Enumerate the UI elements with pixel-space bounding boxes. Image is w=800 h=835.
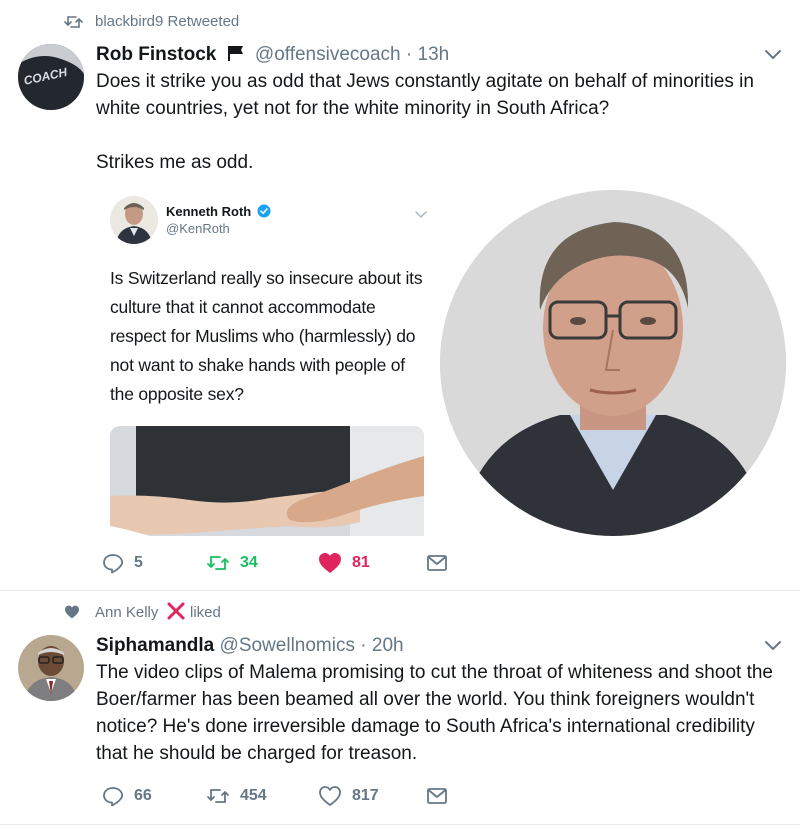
reply-button[interactable]: 5 [102, 552, 143, 574]
embedded-chevron-icon [415, 211, 427, 219]
reply-button[interactable]: 66 [102, 785, 152, 807]
embedded-text: Is Switzerland really so insecure about … [110, 268, 423, 404]
embedded-author-handle: @KenRoth [166, 221, 230, 236]
tweet-actions: 5 34 81 [96, 550, 496, 576]
like-context-suffix: liked [190, 604, 221, 621]
tweet-actions: 66 454 817 [96, 783, 496, 809]
retweet-context[interactable]: blackbird9 Retweeted [95, 13, 239, 30]
heart-icon [65, 605, 79, 619]
portrait-image [440, 190, 786, 536]
tweet-divider [0, 824, 800, 825]
like-button[interactable]: 817 [318, 785, 379, 807]
tweet-text: Does it strike you as odd that Jews cons… [96, 71, 754, 173]
embedded-tweet: Kenneth Roth @KenRoth Is Switzerland rea… [96, 188, 436, 548]
like-count: 81 [352, 554, 370, 571]
retweet-button[interactable]: 34 [206, 553, 258, 573]
retweet-count: 454 [240, 787, 267, 804]
like-count: 817 [352, 787, 379, 804]
author-handle[interactable]: @offensivecoach [255, 44, 401, 65]
reply-icon [103, 787, 124, 807]
tweet-header: Rob Finstock @offensivecoach · 13h [96, 44, 449, 66]
like-button[interactable]: 81 [318, 552, 370, 574]
verified-badge-icon [257, 204, 271, 218]
author-handle[interactable]: @Sowellnomics [220, 635, 355, 656]
embedded-avatar [110, 196, 158, 244]
retweet-button[interactable]: 454 [206, 786, 267, 806]
embedded-author-name: Kenneth Roth [166, 204, 252, 219]
tweet-media[interactable]: Kenneth Roth @KenRoth Is Switzerland rea… [96, 188, 786, 548]
heart-icon [319, 553, 341, 573]
retweet-count: 34 [240, 554, 258, 571]
tweet-time[interactable]: · 13h [406, 44, 449, 65]
avatar[interactable]: COACH [18, 44, 84, 110]
flag-icon [227, 46, 243, 61]
reply-count: 5 [134, 554, 143, 571]
x-mark-icon [167, 602, 185, 620]
tweet-time[interactable]: · 20h [360, 635, 403, 656]
envelope-icon [427, 788, 447, 804]
heart-outline-icon [319, 786, 341, 806]
retweet-icon [207, 789, 229, 803]
reply-icon [103, 554, 124, 574]
reply-count: 66 [134, 787, 152, 804]
author-name[interactable]: Siphamandla [96, 635, 214, 656]
retweet-icon [64, 16, 83, 28]
chevron-down-icon[interactable] [764, 48, 782, 60]
tweet-2[interactable]: Ann Kelly liked Siphamandla @Sowellnomic… [0, 591, 800, 825]
dm-button[interactable] [426, 554, 448, 572]
tweet-header: Siphamandla @Sowellnomics · 20h [96, 635, 404, 657]
author-name[interactable]: Rob Finstock [96, 44, 216, 65]
tweet-1[interactable]: blackbird9 Retweeted COACH Rob Finstock … [0, 0, 800, 590]
handshake-image [110, 426, 424, 536]
dm-button[interactable] [426, 787, 448, 805]
envelope-icon [427, 555, 447, 571]
like-context-user[interactable]: Ann Kelly [95, 604, 158, 621]
tweet-text: The video clips of Malema promising to c… [96, 662, 773, 764]
retweet-icon [207, 556, 229, 570]
chevron-down-icon[interactable] [764, 639, 782, 651]
avatar[interactable] [18, 635, 84, 701]
